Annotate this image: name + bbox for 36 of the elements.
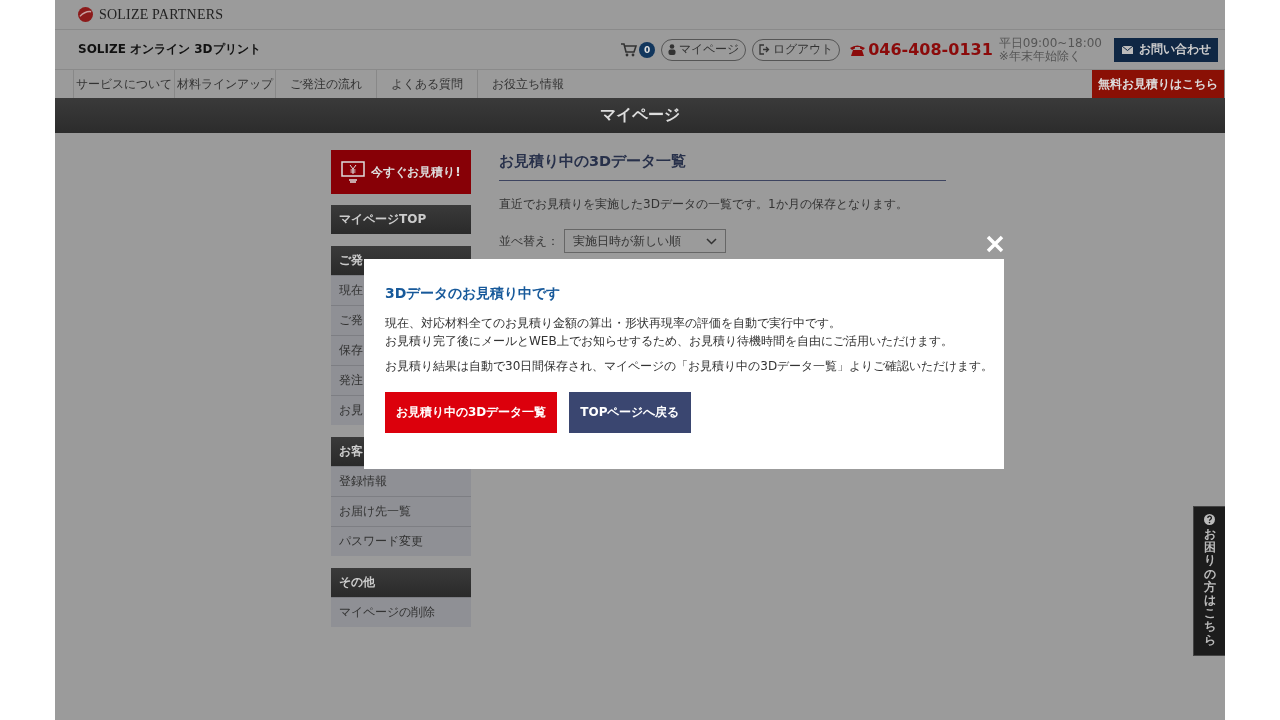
modal-title: 3Dデータのお見積り中です <box>385 285 562 303</box>
help-tab[interactable]: お困りの方はこちら <box>1193 506 1225 656</box>
modal-text: 現在、対応材料全てのお見積り金額の算出・形状再現率の評価を自動で実行中です。 <box>385 316 842 331</box>
mail-icon <box>1121 45 1133 54</box>
modal-text: お見積り完了後にメールとWEB上でお知らせするため、お見積り待機時間を自由にご活用いただけます。 <box>385 334 954 349</box>
question-icon <box>1204 514 1215 525</box>
logout-icon <box>759 44 771 55</box>
page-title: マイページ <box>600 105 680 126</box>
person-icon <box>668 44 677 55</box>
sidebar-heading[interactable]: マイページTOP <box>331 205 471 234</box>
logo-text[interactable]: SOLIZE PARTNERS <box>99 6 224 23</box>
cart-count-badge: 0 <box>639 41 656 58</box>
business-hours: 平日09:00~18:00 <box>998 36 1102 50</box>
back-to-top-button[interactable]: TOPページへ戻る <box>569 392 691 433</box>
phone-icon <box>850 43 866 56</box>
sidebar-heading: その他 <box>331 568 471 597</box>
hours-note: ※年末年始除く <box>998 49 1082 63</box>
sidebar-item[interactable]: パスワード変更 <box>331 526 471 556</box>
sort-label: 並べ替え： <box>499 232 559 250</box>
free-quote-button[interactable]: 無料お見積りはこちら <box>1092 70 1225 98</box>
description-text: 直近でお見積りを実施した3Dデータの一覧です。1か月の保存となります。 <box>499 196 909 213</box>
modal-text: お見積り結果は自動で30日間保存され、マイページの「お見積り中の3Dデータ一覧」よりご確認いただけます。 <box>385 359 995 374</box>
contact-button[interactable]: お問い合わせ <box>1114 37 1218 62</box>
chevron-down-icon <box>706 237 717 245</box>
quote-list-button[interactable]: お見積り中の3Dデータ一覧 <box>385 392 558 433</box>
quote-now-button[interactable]: 今すぐお見積り! <box>331 150 471 194</box>
sort-dropdown[interactable]: 実施日時が新しい順 <box>564 229 726 253</box>
phone-number: 046-408-0131 <box>868 40 993 59</box>
logo-icon <box>78 7 93 22</box>
section-title: お見積り中の3Dデータ一覧 <box>499 150 946 181</box>
monitor-yen-icon <box>341 161 366 183</box>
sidebar-item[interactable]: マイページの削除 <box>331 597 471 627</box>
sidebar-item[interactable]: お届け先一覧 <box>331 496 471 526</box>
cart-icon[interactable] <box>621 42 638 57</box>
site-title[interactable]: SOLIZE オンライン 3Dプリント <box>78 41 622 58</box>
sidebar-item[interactable]: 登録情報 <box>331 466 471 496</box>
